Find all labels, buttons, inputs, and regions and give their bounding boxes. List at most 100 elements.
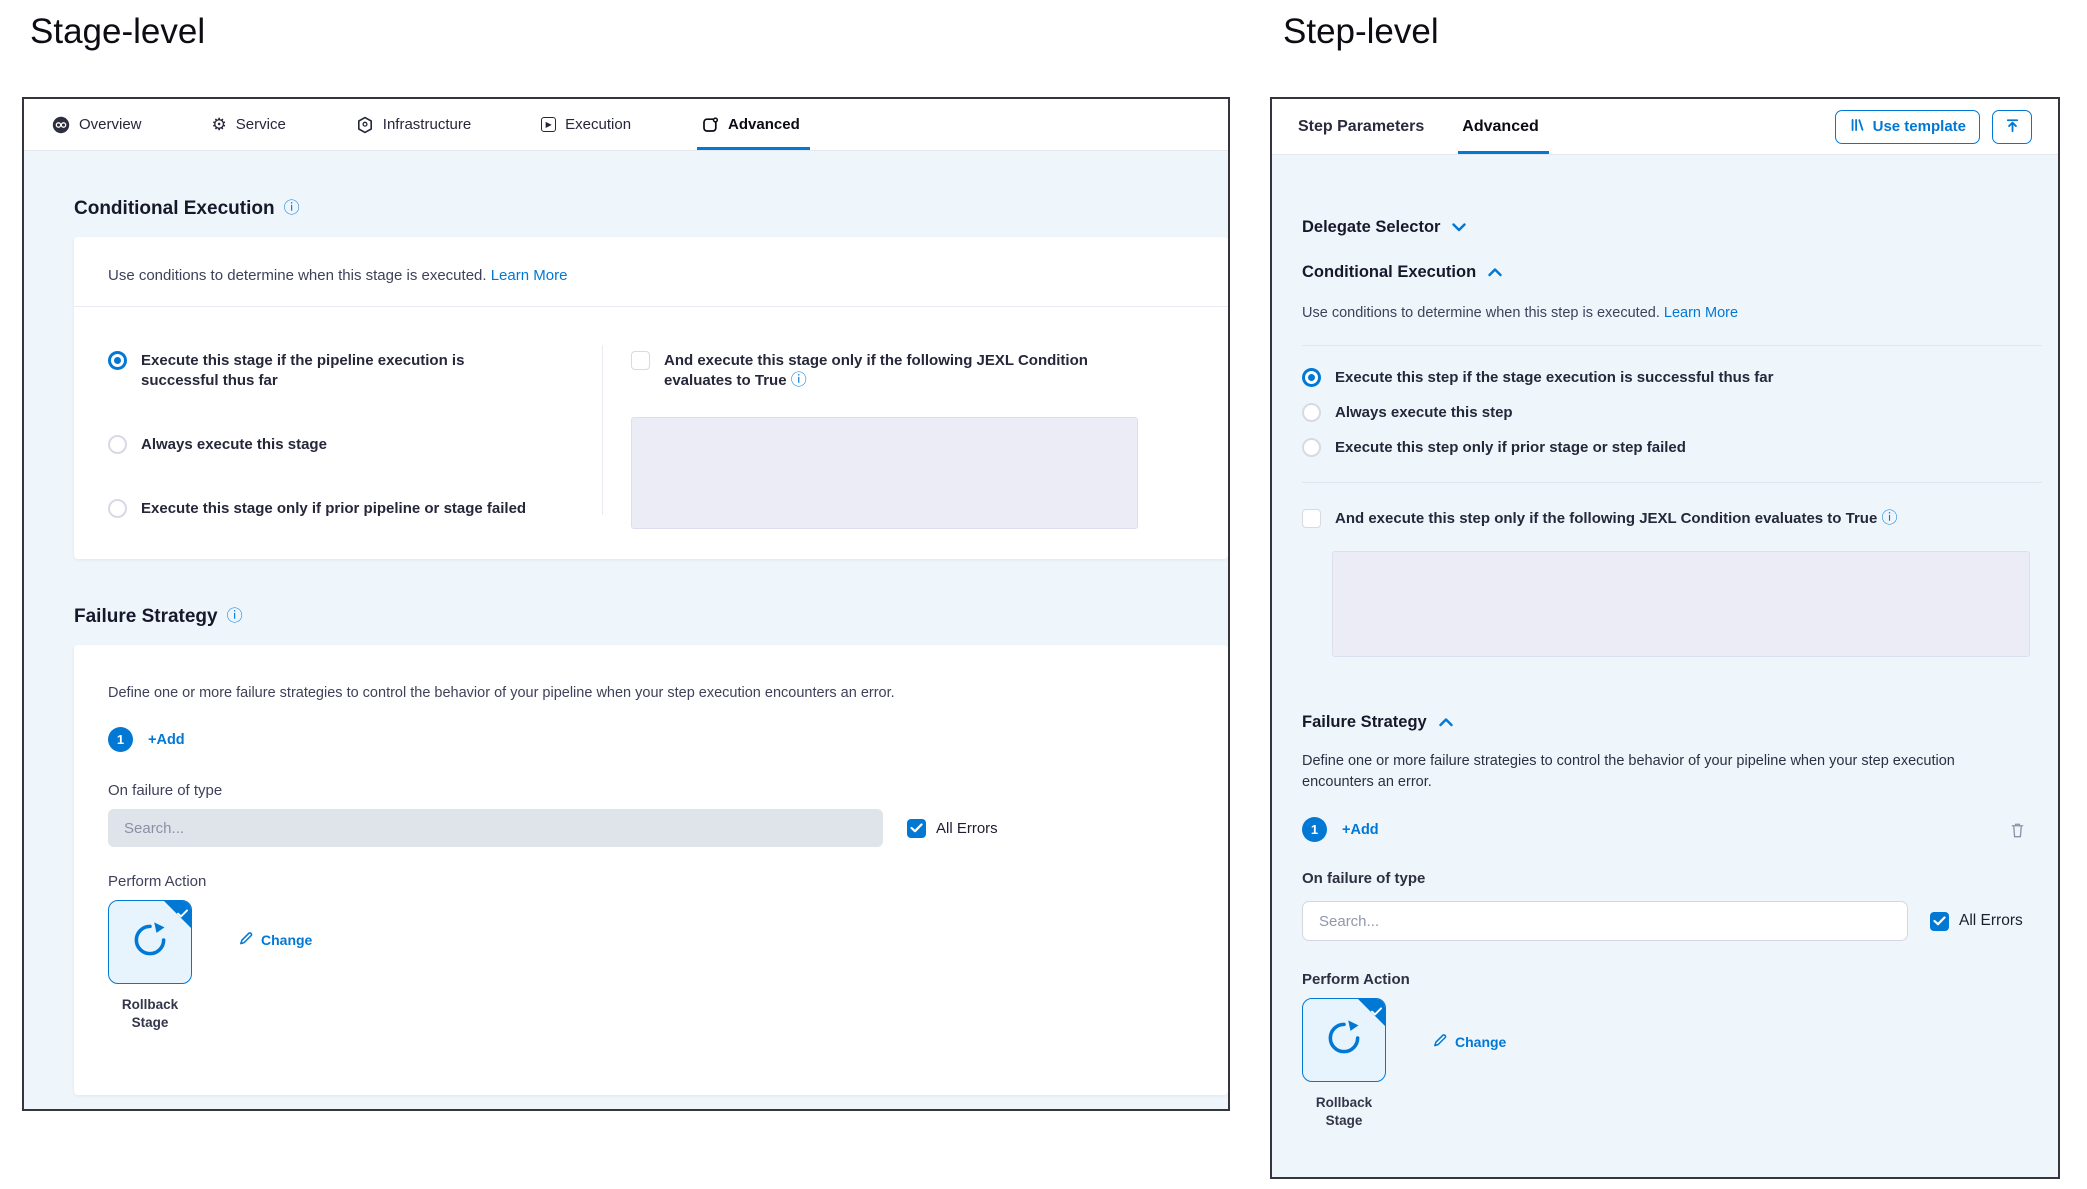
tab-label: Execution [565, 116, 631, 133]
chevron-up-icon [1488, 262, 1502, 283]
stage-level-title: Stage-level [30, 12, 205, 52]
radio-option-failed[interactable]: Execute this stage only if prior pipelin… [108, 499, 602, 519]
rollback-stage-action-card[interactable] [1302, 998, 1386, 1082]
radio-option-failed[interactable]: Execute this step only if prior stage or… [1302, 438, 2042, 458]
error-type-search-input[interactable] [108, 809, 883, 847]
execution-icon: ▶ [541, 117, 556, 132]
selected-check-icon [1371, 1003, 1382, 1021]
radio-selected [108, 351, 127, 370]
radio-option-successful[interactable]: Execute this step if the stage execution… [1302, 368, 2042, 388]
tab-execution[interactable]: ▶ Execution [541, 99, 631, 150]
use-template-button[interactable]: Use template [1835, 110, 1980, 144]
rollback-stage-action-card[interactable] [108, 900, 192, 984]
info-icon[interactable]: ⓘ [791, 372, 807, 389]
upload-icon [2004, 117, 2021, 137]
tab-label: Advanced [1462, 118, 1538, 136]
gear-icon: ⚙ [212, 116, 227, 133]
jexl-condition-input[interactable] [1332, 551, 2030, 657]
tab-advanced[interactable]: Advanced [701, 99, 800, 150]
strategy-badge[interactable]: 1 [108, 727, 133, 752]
info-icon[interactable]: ⓘ [227, 609, 243, 625]
jexl-condition-section: And execute this stage only if the follo… [603, 307, 1228, 539]
screenshot-root: Stage-level Step-level Overview ⚙ Servic… [0, 0, 2087, 1189]
learn-more-link[interactable]: Learn More [1664, 305, 1738, 321]
delegate-selector-toggle[interactable]: Delegate Selector [1302, 217, 2042, 238]
radio-selected [1302, 368, 1321, 387]
checkbox-checked [907, 819, 926, 838]
checkbox-unchecked [631, 351, 650, 370]
save-as-template-button[interactable] [1992, 110, 2032, 144]
add-strategy-link[interactable]: +Add [148, 732, 185, 748]
failure-strategy-card: Define one or more failure strategies to… [74, 645, 1228, 1095]
action-name: Rollback Stage [1302, 1094, 1386, 1130]
radio-option-always[interactable]: Always execute this step [1302, 403, 2042, 423]
overview-icon [52, 116, 70, 134]
tab-overview[interactable]: Overview [52, 99, 142, 150]
all-errors-checkbox-row[interactable]: All Errors [907, 819, 998, 838]
tab-service[interactable]: ⚙ Service [212, 99, 286, 150]
on-failure-label: On failure of type [108, 782, 1194, 799]
conditional-execution-toggle[interactable]: Conditional Execution [1302, 262, 2042, 283]
jexl-condition-input[interactable] [631, 417, 1138, 529]
on-failure-label: On failure of type [1302, 870, 2042, 887]
infrastructure-icon [356, 116, 374, 134]
radio-option-always[interactable]: Always execute this stage [108, 435, 602, 455]
learn-more-link[interactable]: Learn More [491, 267, 568, 284]
tab-label: Step Parameters [1298, 118, 1424, 136]
error-type-search-input[interactable] [1302, 901, 1908, 941]
advanced-icon [701, 116, 719, 134]
tab-label: Service [236, 116, 286, 133]
perform-action-label: Perform Action [108, 873, 1194, 890]
strategy-list-row: 1 +Add [108, 727, 1194, 752]
jexl-checkbox-row[interactable]: And execute this step only if the follow… [1302, 509, 2042, 529]
selected-check-icon [177, 905, 188, 923]
step-advanced-content: Delegate Selector Conditional Execution … [1272, 155, 2058, 1177]
add-strategy-link[interactable]: +Add [1342, 822, 1379, 838]
chevron-down-icon [1452, 217, 1466, 238]
radio-option-successful[interactable]: Execute this stage if the pipeline execu… [108, 351, 602, 391]
change-action-link[interactable]: Change [1432, 1032, 1506, 1051]
all-errors-checkbox-row[interactable]: All Errors [1930, 912, 2023, 931]
conditional-execution-description: Use conditions to determine when this st… [1302, 305, 2042, 321]
radio-unselected [1302, 403, 1321, 422]
change-action-link[interactable]: Change [238, 930, 312, 949]
perform-action-row: Rollback Stage Change [108, 900, 1194, 1032]
stage-advanced-content: Conditional Execution ⓘ Use conditions t… [24, 151, 1228, 1109]
stage-panel: Overview ⚙ Service Infrastructure ▶ Exec… [22, 97, 1230, 1111]
tabbar-actions: Use template [1835, 110, 2032, 144]
execution-condition-radios: Execute this stage if the pipeline execu… [74, 307, 602, 539]
failure-strategy-heading: Failure Strategy ⓘ [74, 605, 1228, 629]
error-type-row: All Errors [1302, 901, 2042, 941]
step-panel: Step Parameters Advanced Use template [1270, 97, 2060, 1179]
radio-unselected [108, 435, 127, 454]
tab-label: Overview [79, 116, 142, 133]
action-name: Rollback Stage [108, 996, 192, 1032]
delete-strategy-icon[interactable] [2009, 821, 2026, 839]
stage-tabbar: Overview ⚙ Service Infrastructure ▶ Exec… [24, 99, 1228, 151]
failure-strategy-toggle[interactable]: Failure Strategy [1302, 712, 2042, 733]
tab-step-parameters[interactable]: Step Parameters [1298, 99, 1424, 154]
divider [1302, 482, 2042, 483]
step-level-title: Step-level [1283, 12, 1439, 52]
tab-infrastructure[interactable]: Infrastructure [356, 99, 471, 150]
strategy-badge[interactable]: 1 [1302, 817, 1327, 842]
conditional-execution-options: Execute this stage if the pipeline execu… [74, 307, 1228, 539]
failure-strategy-description: Define one or more failure strategies to… [108, 685, 1194, 701]
strategy-list-row: 1 +Add [1302, 817, 2042, 842]
info-icon[interactable]: ⓘ [284, 201, 300, 217]
tab-step-advanced[interactable]: Advanced [1462, 99, 1538, 154]
template-library-icon [1849, 117, 1865, 137]
error-type-row: All Errors [108, 809, 1194, 847]
tab-label: Infrastructure [383, 116, 471, 133]
divider [1302, 345, 2042, 346]
perform-action-row: Rollback Stage Change [1302, 998, 2042, 1130]
pencil-icon [238, 930, 254, 949]
conditional-execution-card: Use conditions to determine when this st… [74, 237, 1228, 559]
tab-label: Advanced [728, 116, 800, 133]
info-icon[interactable]: ⓘ [1881, 510, 1897, 527]
execution-condition-radios: Execute this step if the stage execution… [1302, 368, 2042, 458]
jexl-checkbox-row[interactable]: And execute this stage only if the follo… [631, 351, 1204, 391]
conditional-execution-heading: Conditional Execution ⓘ [74, 197, 1228, 221]
checkbox-checked [1930, 912, 1949, 931]
checkbox-unchecked [1302, 509, 1321, 528]
